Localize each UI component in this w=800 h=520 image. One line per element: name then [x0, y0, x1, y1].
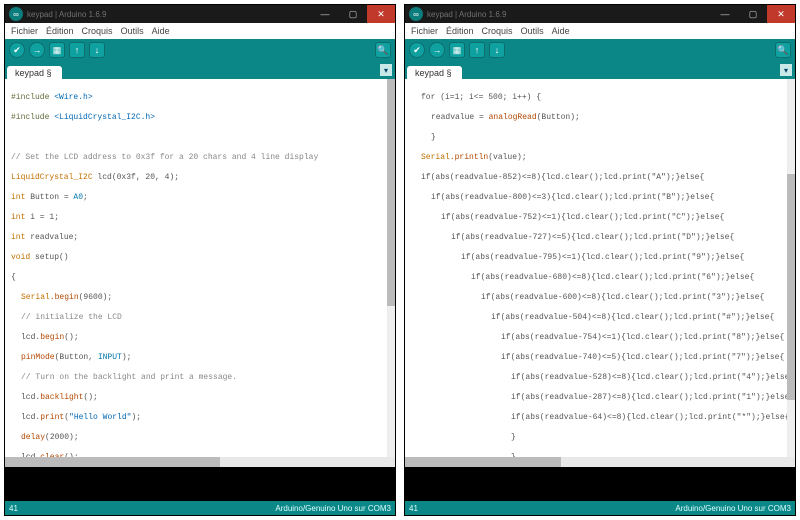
menu-sketch[interactable]: Croquis	[482, 26, 513, 36]
tab-keypad[interactable]: keypad §	[7, 66, 62, 79]
arduino-window-left: ∞ keypad | Arduino 1.6.9 — ▢ ✕ Fichier É…	[4, 4, 396, 516]
status-bar: 41 Arduino/Genuino Uno sur COM3	[405, 501, 795, 515]
menu-file[interactable]: Fichier	[411, 26, 438, 36]
editor-area: #include <Wire.h> #include <LiquidCrysta…	[5, 79, 395, 457]
toolbar: ✔ → ▦ ↑ ↓ 🔍	[5, 39, 395, 61]
hscroll-thumb[interactable]	[405, 457, 561, 467]
status-bar: 41 Arduino/Genuino Uno sur COM3	[5, 501, 395, 515]
menu-sketch[interactable]: Croquis	[82, 26, 113, 36]
serial-monitor-button[interactable]: 🔍	[375, 42, 391, 58]
menu-help[interactable]: Aide	[152, 26, 170, 36]
tab-menu-button[interactable]: ▾	[779, 63, 793, 77]
menu-edit[interactable]: Édition	[446, 26, 474, 36]
tab-bar: keypad § ▾	[405, 61, 795, 79]
upload-button[interactable]: →	[429, 42, 445, 58]
menu-help[interactable]: Aide	[552, 26, 570, 36]
status-board: Arduino/Genuino Uno sur COM3	[275, 504, 391, 513]
status-board: Arduino/Genuino Uno sur COM3	[675, 504, 791, 513]
hscroll-thumb[interactable]	[5, 457, 220, 467]
new-button[interactable]: ▦	[49, 42, 65, 58]
toolbar: ✔ → ▦ ↑ ↓ 🔍	[405, 39, 795, 61]
window-title: keypad | Arduino 1.6.9	[427, 10, 506, 19]
vertical-scrollbar[interactable]	[787, 79, 795, 457]
close-button[interactable]: ✕	[767, 5, 795, 23]
save-button[interactable]: ↓	[489, 42, 505, 58]
new-button[interactable]: ▦	[449, 42, 465, 58]
close-button[interactable]: ✕	[367, 5, 395, 23]
open-button[interactable]: ↑	[69, 42, 85, 58]
verify-button[interactable]: ✔	[9, 42, 25, 58]
horizontal-scrollbar[interactable]	[5, 457, 395, 467]
save-button[interactable]: ↓	[89, 42, 105, 58]
horizontal-scrollbar[interactable]	[405, 457, 795, 467]
output-console	[5, 467, 395, 501]
serial-monitor-button[interactable]: 🔍	[775, 42, 791, 58]
menu-file[interactable]: Fichier	[11, 26, 38, 36]
titlebar[interactable]: ∞ keypad | Arduino 1.6.9 — ▢ ✕	[5, 5, 395, 23]
window-title: keypad | Arduino 1.6.9	[27, 10, 106, 19]
menu-bar: Fichier Édition Croquis Outils Aide	[5, 23, 395, 39]
titlebar[interactable]: ∞ keypad | Arduino 1.6.9 — ▢ ✕	[405, 5, 795, 23]
tab-bar: keypad § ▾	[5, 61, 395, 79]
menu-edit[interactable]: Édition	[46, 26, 74, 36]
minimize-button[interactable]: —	[711, 5, 739, 23]
menu-bar: Fichier Édition Croquis Outils Aide	[405, 23, 795, 39]
upload-button[interactable]: →	[29, 42, 45, 58]
maximize-button[interactable]: ▢	[739, 5, 767, 23]
vertical-scrollbar[interactable]	[387, 79, 395, 457]
code-editor[interactable]: #include <Wire.h> #include <LiquidCrysta…	[5, 79, 387, 457]
menu-tools[interactable]: Outils	[121, 26, 144, 36]
output-console	[405, 467, 795, 501]
minimize-button[interactable]: —	[311, 5, 339, 23]
tab-keypad[interactable]: keypad §	[407, 66, 462, 79]
code-editor[interactable]: for (i=1; i<= 500; i++) { readvalue = an…	[405, 79, 787, 457]
arduino-window-right: ∞ keypad | Arduino 1.6.9 — ▢ ✕ Fichier É…	[404, 4, 796, 516]
open-button[interactable]: ↑	[469, 42, 485, 58]
scroll-thumb[interactable]	[787, 174, 795, 401]
scroll-thumb[interactable]	[387, 79, 395, 306]
status-line-number: 41	[409, 504, 418, 513]
verify-button[interactable]: ✔	[409, 42, 425, 58]
app-icon: ∞	[9, 7, 23, 21]
tab-menu-button[interactable]: ▾	[379, 63, 393, 77]
tab-label: keypad §	[415, 68, 452, 78]
menu-tools[interactable]: Outils	[521, 26, 544, 36]
editor-area: for (i=1; i<= 500; i++) { readvalue = an…	[405, 79, 795, 457]
status-line-number: 41	[9, 504, 18, 513]
app-icon: ∞	[409, 7, 423, 21]
maximize-button[interactable]: ▢	[339, 5, 367, 23]
tab-label: keypad §	[15, 68, 52, 78]
